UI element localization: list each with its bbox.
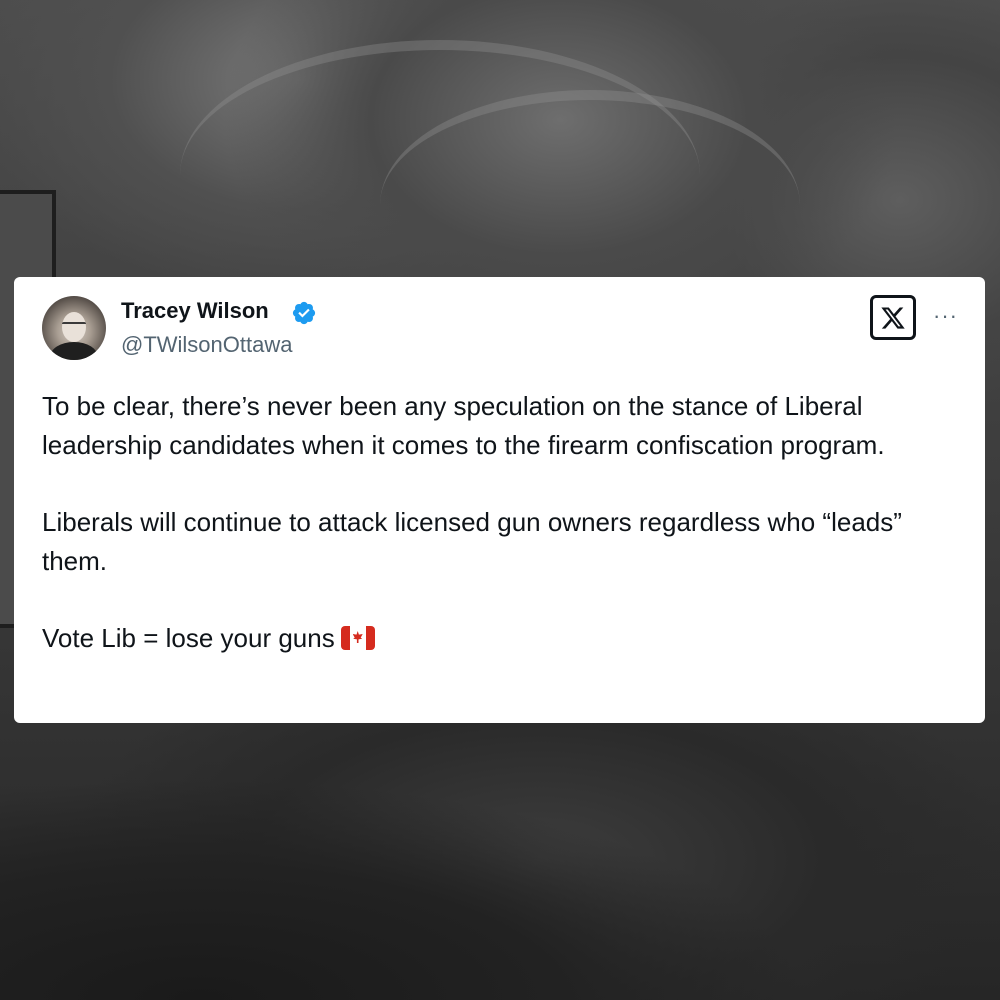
more-options-button[interactable]: ··· [933, 305, 958, 327]
tweet-paragraph: To be clear, there’s never been any spec… [42, 391, 885, 460]
tweet-paragraph: Vote Lib = lose your guns [42, 619, 952, 658]
x-logo-button[interactable] [870, 295, 916, 340]
canada-flag-icon [340, 626, 375, 650]
avatar-glasses [62, 322, 86, 330]
tweet-text: To be clear, there’s never been any spec… [42, 387, 952, 658]
x-logo-icon [881, 306, 905, 329]
tweet-paragraph-text: Liberals will continue to attack license… [42, 507, 902, 576]
avatar-shoulders [50, 342, 98, 360]
avatar[interactable] [42, 296, 106, 360]
author-display-name[interactable]: Tracey Wilson [121, 298, 269, 324]
clothing-shadow [0, 740, 1000, 1000]
tweet-paragraph: Liberals will continue to attack license… [42, 503, 952, 580]
author-handle[interactable]: @TWilsonOttawa [121, 332, 292, 358]
verified-badge-icon [292, 301, 316, 325]
tweet-paragraph-text: Vote Lib = lose your guns [42, 623, 335, 653]
